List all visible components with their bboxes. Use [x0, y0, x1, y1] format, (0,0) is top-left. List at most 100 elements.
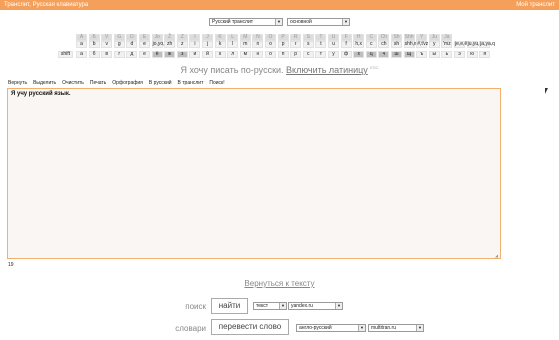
keyboard-key[interactable]: h,x: [353, 41, 365, 48]
keyboard-key[interactable]: p: [277, 41, 289, 48]
translate-word-button[interactable]: перевести слово: [211, 319, 289, 335]
keyboard-key[interactable]: ч: [378, 51, 390, 58]
keyboard-key[interactable]: K: [214, 34, 226, 41]
keyboard-key[interactable]: я: [479, 51, 491, 58]
keyboard-key[interactable]: shh,w: [403, 41, 418, 48]
keyboard-key[interactable]: V: [101, 34, 113, 41]
keyboard-key[interactable]: n: [252, 41, 264, 48]
keyboard-key[interactable]: e: [139, 41, 150, 48]
mode-select[interactable]: Русский транслит ▼: [209, 18, 283, 26]
keyboard-key[interactable]: б: [88, 51, 100, 58]
keyboard-key[interactable]: P: [277, 34, 289, 41]
keyboard-key[interactable]: l: [227, 41, 239, 48]
keyboard-key[interactable]: #,ťvz: [416, 41, 428, 48]
keyboard-key[interactable]: a: [76, 41, 87, 48]
keyboard-key[interactable]: t: [315, 41, 327, 48]
keyboard-key[interactable]: z: [176, 41, 188, 48]
keyboard-key[interactable]: з: [176, 51, 188, 58]
keyboard-key[interactable]: 'mz: [441, 41, 453, 48]
keyboard-key[interactable]: F: [340, 34, 352, 41]
search-type-select[interactable]: текст ▼: [253, 302, 287, 310]
keyboard-key[interactable]: zh: [164, 41, 176, 48]
keyboard-key[interactable]: sh: [391, 41, 402, 48]
keyboard-key[interactable]: ф: [340, 51, 352, 58]
keyboard-key[interactable]: m: [239, 41, 251, 48]
keyboard-key[interactable]: f: [340, 41, 352, 48]
toolbar-action[interactable]: Орфография: [112, 80, 143, 86]
keyboard-key[interactable]: Ju: [428, 34, 440, 41]
keyboard-key[interactable]: ь: [441, 51, 453, 58]
keyboard-key[interactable]: Б: [88, 34, 100, 41]
layout-select[interactable]: основной ▼: [287, 18, 350, 26]
app-title[interactable]: Транслит, Русская клавиатура: [4, 0, 88, 10]
keyboard-key[interactable]: и: [189, 51, 201, 58]
keyboard-key[interactable]: ё: [151, 51, 163, 58]
keyboard-key[interactable]: у: [328, 51, 339, 58]
keyboard-key[interactable]: I: [189, 34, 201, 41]
keyboard-key[interactable]: v: [101, 41, 113, 48]
keyboard-key[interactable]: i: [189, 41, 201, 48]
keyboard-key[interactable]: в: [101, 51, 113, 58]
keyboard-key[interactable]: C: [365, 34, 377, 41]
keyboard-key[interactable]: Z: [176, 34, 188, 41]
keyboard-key[interactable]: M: [239, 34, 251, 41]
keyboard-key[interactable]: ц: [365, 51, 377, 58]
keyboard-key[interactable]: Y: [416, 34, 428, 41]
toolbar-action[interactable]: Выделить: [33, 80, 56, 86]
keyboard-key[interactable]: Ž: [164, 34, 176, 41]
toolbar-action[interactable]: В транслит: [178, 80, 204, 86]
keyboard-key[interactable]: ю: [466, 51, 478, 58]
keyboard-key[interactable]: N: [252, 34, 264, 41]
keyboard-key[interactable]: г: [113, 51, 125, 58]
keyboard-key[interactable]: х: [353, 51, 365, 58]
keyboard-key[interactable]: S: [302, 34, 314, 41]
keyboard-key[interactable]: с: [302, 51, 314, 58]
keyboard-key[interactable]: j: [202, 41, 213, 48]
keyboard-key[interactable]: т: [315, 51, 327, 58]
keyboard-key[interactable]: е: [139, 51, 150, 58]
keyboard-key[interactable]: р: [290, 51, 302, 58]
keyboard-key[interactable]: D: [126, 34, 138, 41]
my-translit-link[interactable]: Мой транслит: [516, 0, 555, 10]
keyboard-key[interactable]: H: [353, 34, 365, 41]
keyboard-key[interactable]: r: [290, 41, 302, 48]
keyboard-key[interactable]: п: [277, 51, 289, 58]
keyboard-key[interactable]: н: [252, 51, 264, 58]
keyboard-key[interactable]: u: [328, 41, 339, 48]
text-editor[interactable]: Я учу русский язык. ◢: [7, 88, 501, 259]
keyboard-key[interactable]: d: [126, 41, 138, 48]
toolbar-action[interactable]: Вернуть: [8, 80, 27, 86]
keyboard-key[interactable]: s: [302, 41, 314, 48]
keyboard-key[interactable]: b: [88, 41, 100, 48]
keyboard-key[interactable]: O: [265, 34, 276, 41]
keyboard-key[interactable]: м: [239, 51, 251, 58]
resize-handle-icon[interactable]: ◢: [495, 253, 499, 258]
keyboard-key[interactable]: c: [365, 41, 377, 48]
keyboard-key[interactable]: д: [126, 51, 138, 58]
keyboard-key[interactable]: ju,yu,u: [466, 41, 482, 48]
toolbar-action[interactable]: В русский: [149, 80, 172, 86]
keyboard-key[interactable]: T: [315, 34, 327, 41]
keyboard-key[interactable]: y: [428, 41, 440, 48]
keyboard-key[interactable]: E: [139, 34, 150, 41]
search-button[interactable]: найти: [211, 298, 248, 314]
back-to-text-link[interactable]: Вернуться к тексту: [0, 279, 559, 288]
keyboard-key[interactable]: а: [76, 51, 87, 58]
keyboard-key[interactable]: й: [202, 51, 213, 58]
keyboard-key[interactable]: ж: [164, 51, 176, 58]
keyboard-key[interactable]: Ch: [378, 34, 390, 41]
dictionary-site-select[interactable]: multitran.ru ▼: [368, 324, 424, 332]
keyboard-key[interactable]: Ja: [441, 34, 453, 41]
keyboard-key[interactable]: Sh: [391, 34, 402, 41]
keyboard-key[interactable]: A: [76, 34, 87, 41]
keyboard-key[interactable]: к: [214, 51, 226, 58]
keyboard-key[interactable]: Jo: [151, 34, 163, 41]
toolbar-action[interactable]: Поиск!: [209, 80, 224, 86]
dictionary-pair-select[interactable]: англо-русский ▼: [296, 324, 366, 332]
keyboard-key[interactable]: R: [290, 34, 302, 41]
keyboard-key[interactable]: л: [227, 51, 239, 58]
keyboard-key[interactable]: щ: [403, 51, 415, 58]
keyboard-key[interactable]: ы: [428, 51, 440, 58]
keyboard-key[interactable]: Shh: [403, 34, 415, 41]
shift-key[interactable]: shift: [58, 51, 73, 58]
